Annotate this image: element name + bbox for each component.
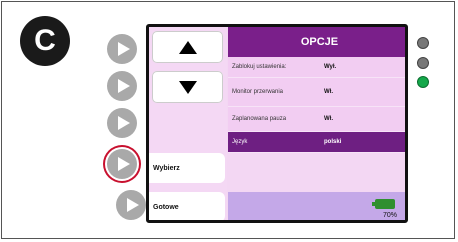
indicator-led-1 — [417, 37, 429, 49]
battery-icon — [372, 199, 395, 209]
screen-left-column: Wybierz Gotowe — [149, 27, 227, 220]
done-button[interactable]: Gotowe — [149, 192, 225, 220]
down-arrow-icon — [178, 80, 197, 94]
side-button-5-done[interactable] — [116, 190, 146, 220]
settings-list: Zablokuj ustawienia: Wył. Monitor przerw… — [228, 57, 405, 153]
device-screen: Wybierz Gotowe OPCJE Zablokuj ustawienia… — [146, 24, 408, 223]
side-button-3[interactable] — [107, 108, 137, 138]
settings-row[interactable]: Zaplanowana pauza Wł. — [228, 107, 405, 132]
settings-row[interactable]: Monitor przerwania Wł. — [228, 78, 405, 107]
scroll-down-button[interactable] — [152, 71, 223, 103]
battery-percent: 70% — [382, 212, 397, 219]
screen-title: OPCJE — [228, 27, 405, 57]
indicator-led-2 — [417, 57, 429, 69]
figure-badge: C — [20, 16, 70, 66]
up-arrow-icon — [178, 40, 197, 54]
setting-label: Zablokuj ustawienia: — [232, 64, 287, 70]
select-button[interactable]: Wybierz — [149, 153, 225, 183]
side-button-4-select[interactable] — [107, 149, 137, 179]
scroll-up-button[interactable] — [152, 31, 223, 63]
setting-label: Zaplanowana pauza — [232, 116, 287, 122]
setting-value: Wył. — [324, 64, 337, 70]
indicator-led-green — [417, 76, 429, 88]
setting-label: Język — [232, 139, 248, 145]
setting-value: Wł. — [324, 89, 333, 95]
settings-row[interactable]: Zablokuj ustawienia: Wył. — [228, 57, 405, 78]
setting-value: Wł. — [324, 116, 333, 122]
status-bar: 70% — [228, 192, 405, 220]
side-button-1[interactable] — [107, 34, 137, 64]
side-button-2[interactable] — [107, 71, 137, 101]
setting-value: polski — [324, 139, 342, 145]
settings-row-selected[interactable]: Język polski — [228, 132, 405, 153]
setting-label: Monitor przerwania — [232, 89, 284, 95]
